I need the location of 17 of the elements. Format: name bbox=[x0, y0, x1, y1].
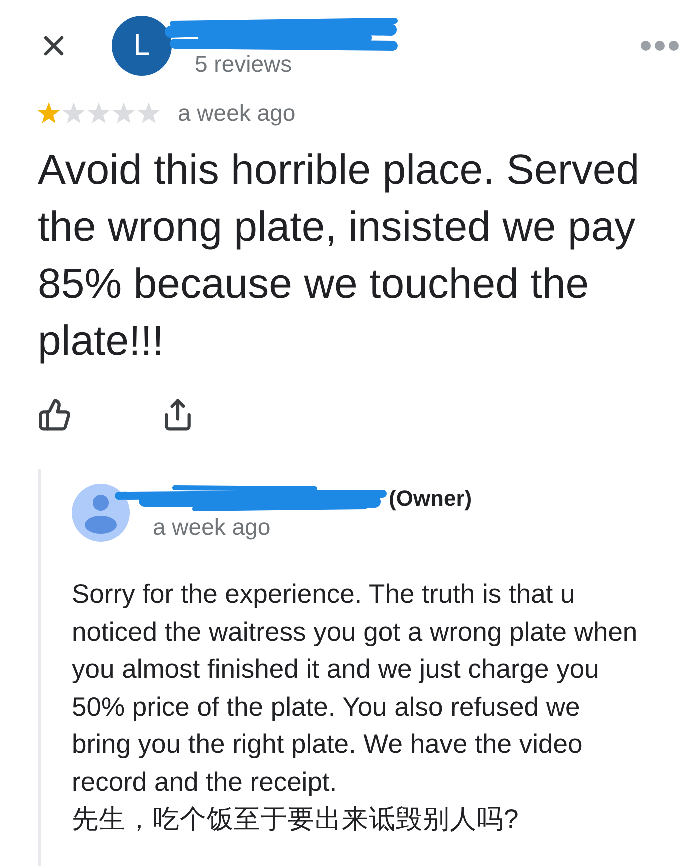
reviewer-avatar: L bbox=[112, 16, 172, 76]
more-options-button[interactable] bbox=[640, 39, 680, 53]
review-text: Avoid this horrible place. Served the wrong plate, insisted we pay 85% because we touched the plate!!! bbox=[38, 145, 641, 366]
reply-text: Sorry for the experience. The truth is that u noticed the waitress you got a wrong plate when you almost finished it and we just charge you 50% price of the plate. You also refused we bring you the right plate. We have the video record and the receipt. 先生，吃个饭至于要出来诋毁别人吗? bbox=[72, 578, 639, 836]
like-button[interactable] bbox=[38, 398, 72, 432]
owner-label: (Owner) bbox=[389, 486, 472, 512]
star-icon bbox=[113, 102, 135, 124]
star-icon bbox=[38, 102, 60, 124]
review-count: 5 reviews bbox=[195, 52, 294, 76]
reply-time: a week ago bbox=[153, 514, 272, 540]
star-icon bbox=[88, 102, 110, 124]
person-avatar-icon bbox=[72, 484, 130, 542]
more-options-icon bbox=[640, 40, 680, 52]
review-time: a week ago bbox=[178, 99, 296, 128]
star-icon bbox=[138, 102, 160, 124]
star-icon bbox=[63, 102, 85, 124]
thumbs-up-icon bbox=[38, 398, 72, 432]
